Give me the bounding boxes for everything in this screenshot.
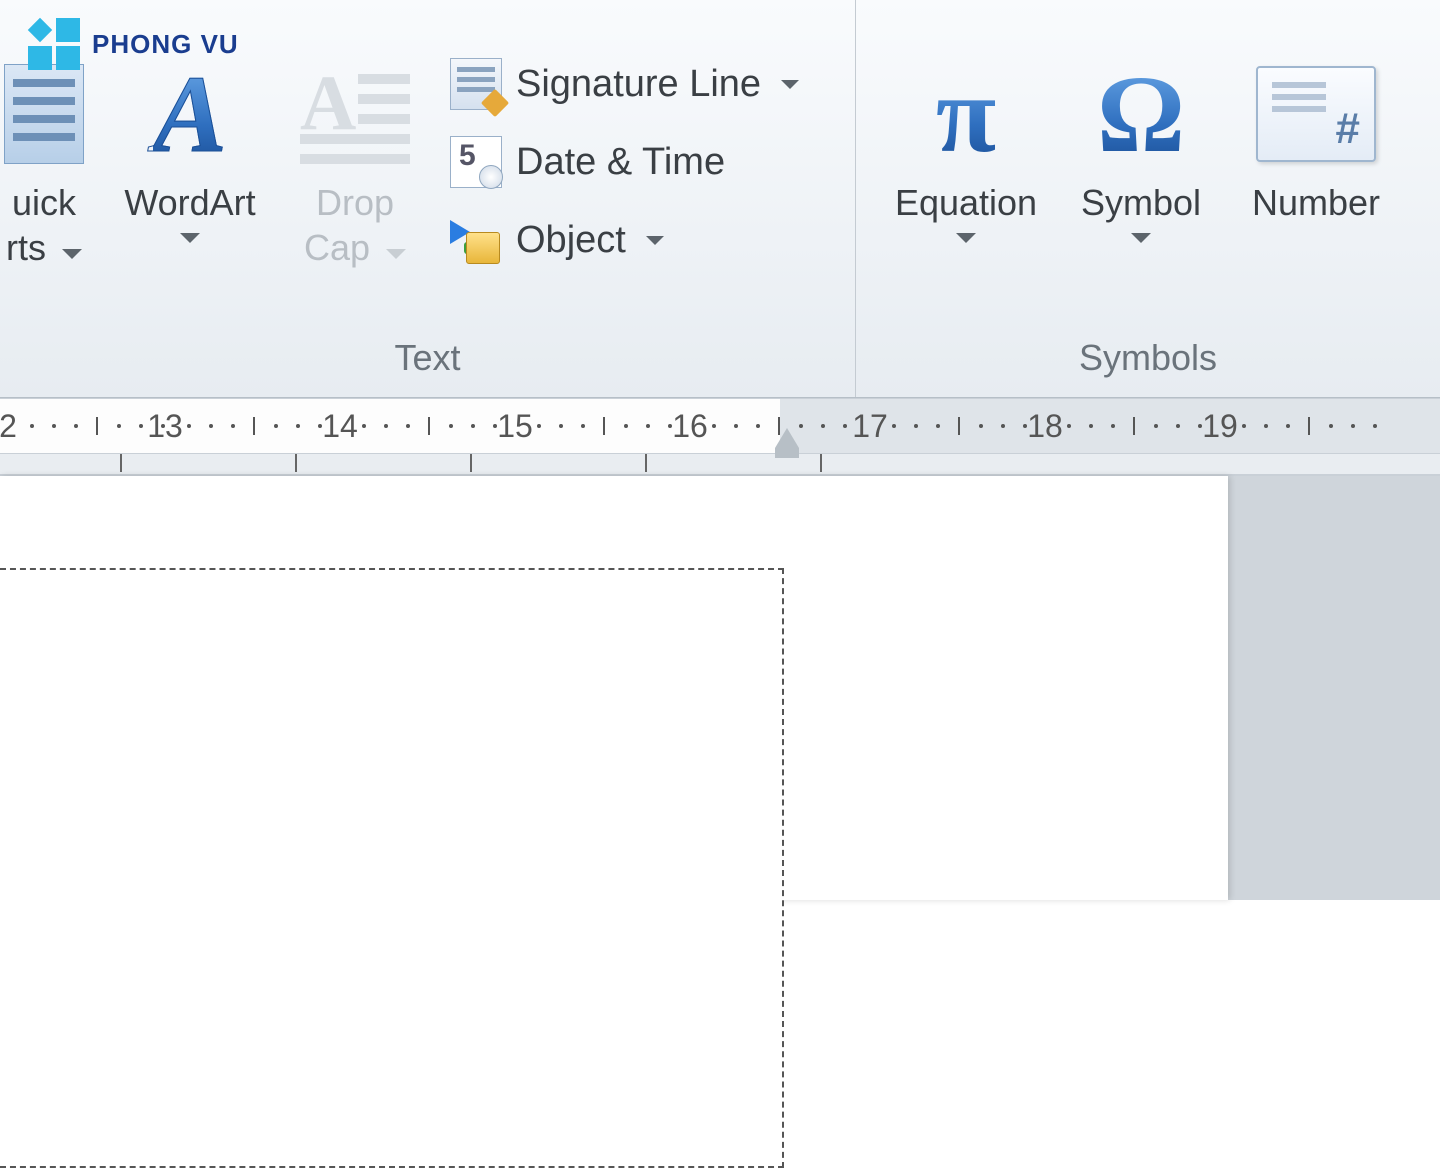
ruler-number: 19 xyxy=(1202,408,1238,445)
ruler-number: 14 xyxy=(322,408,358,445)
equation-button[interactable]: π Equation xyxy=(876,48,1056,243)
signature-line-icon xyxy=(450,58,502,110)
drop-cap-label-1: Drop xyxy=(316,182,394,223)
chevron-down-icon xyxy=(180,233,200,243)
ruler-number: 13 xyxy=(147,408,183,445)
group-label-symbols: Symbols xyxy=(856,331,1440,397)
date-time-label: Date & Time xyxy=(516,141,725,184)
wordart-button[interactable]: A WordArt xyxy=(100,48,280,243)
pi-icon: π xyxy=(936,59,996,169)
object-button[interactable]: Object xyxy=(448,212,799,268)
watermark-mark-icon xyxy=(28,18,80,70)
ruler-number: 18 xyxy=(1027,408,1063,445)
wordart-icon: A xyxy=(153,59,226,169)
chevron-down-icon xyxy=(1131,233,1151,243)
object-icon xyxy=(450,214,502,266)
number-label: Number xyxy=(1252,180,1380,225)
drop-cap-icon: A xyxy=(300,64,410,164)
chevron-down-icon xyxy=(62,249,82,259)
equation-label: Equation xyxy=(895,180,1037,225)
ruler-number: 17 xyxy=(852,408,888,445)
omega-icon: Ω xyxy=(1097,59,1185,169)
watermark-logo: PHONG VU xyxy=(28,18,239,70)
horizontal-ruler[interactable]: 2 13 14 15 16 17 18 19 xyxy=(0,398,1440,476)
document-page[interactable] xyxy=(0,476,1228,900)
chevron-down-icon xyxy=(956,233,976,243)
signature-line-button[interactable]: Signature Line xyxy=(448,56,799,112)
quick-parts-icon xyxy=(4,64,84,164)
group-label-text: Text xyxy=(0,331,855,397)
drop-cap-button[interactable]: A Drop Cap xyxy=(280,48,430,270)
watermark-text: PHONG VU xyxy=(92,29,239,60)
object-label: Object xyxy=(516,219,626,262)
drop-cap-label-2: Cap xyxy=(304,227,370,268)
wordart-label: WordArt xyxy=(124,180,255,225)
chevron-down-icon xyxy=(781,80,799,89)
text-box-selection[interactable] xyxy=(0,568,784,1168)
chevron-down-icon xyxy=(646,236,664,245)
ribbon-group-symbols: π Equation Ω Symbol Number Symbols xyxy=(856,0,1440,397)
number-icon xyxy=(1256,66,1376,162)
document-area xyxy=(0,476,1440,900)
ruler-number: 15 xyxy=(497,408,533,445)
symbol-button[interactable]: Ω Symbol xyxy=(1056,48,1226,243)
chevron-down-icon xyxy=(386,249,406,259)
quick-parts-label-1: uick xyxy=(12,182,76,223)
symbol-label: Symbol xyxy=(1081,180,1201,225)
quick-parts-button[interactable]: uick rts xyxy=(0,48,100,270)
ruler-number: 16 xyxy=(672,408,708,445)
number-button[interactable]: Number xyxy=(1226,48,1406,225)
signature-line-label: Signature Line xyxy=(516,63,761,106)
ruler-number: 2 xyxy=(0,408,17,445)
quick-parts-label-2: rts xyxy=(6,227,46,268)
date-time-button[interactable]: Date & Time xyxy=(448,134,799,190)
date-time-icon xyxy=(450,136,502,188)
